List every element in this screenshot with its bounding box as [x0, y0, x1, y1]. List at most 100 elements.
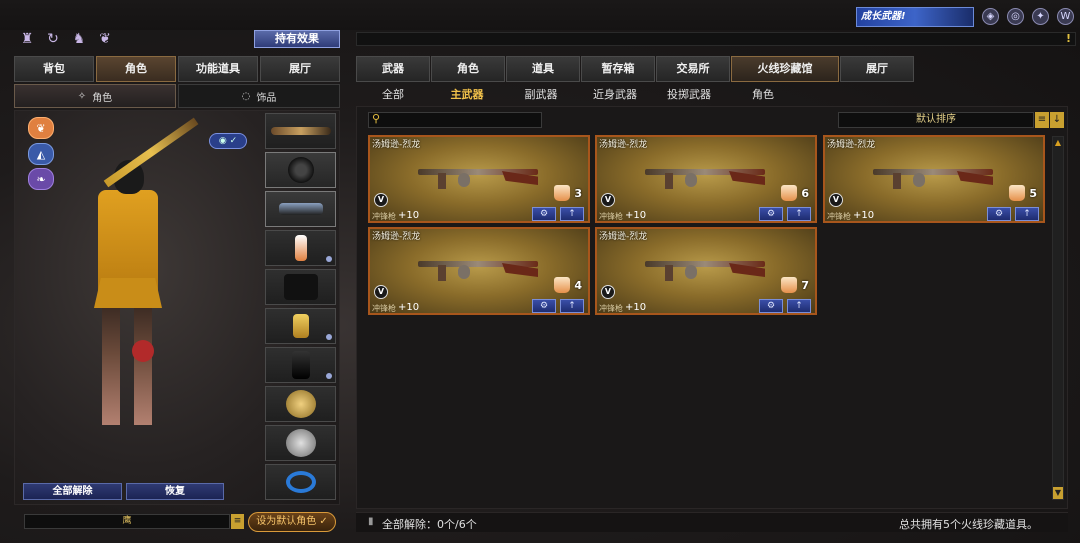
card-bullet-value: +10 — [625, 302, 647, 313]
slot-mask[interactable] — [265, 347, 336, 383]
tommy-gun-image — [418, 255, 538, 283]
subtab-character-items[interactable]: 角色 — [726, 86, 800, 104]
tab-collection-hall[interactable]: 火线珍藏馆 — [731, 56, 839, 82]
slot-helmet[interactable] — [265, 152, 336, 188]
cycle-icon[interactable]: ↻ — [44, 30, 62, 48]
subtab-character[interactable]: ✧ 角色 — [14, 84, 176, 108]
card-weapon-type: 冲锋枪 — [599, 304, 623, 313]
card-count: 3 — [554, 185, 582, 201]
count-value: 7 — [801, 278, 809, 292]
settings-button[interactable]: ⚙ — [759, 299, 783, 313]
slot-gold-pet[interactable] — [265, 386, 336, 422]
search-input[interactable]: ⚲ — [368, 112, 542, 128]
subtab-melee[interactable]: 近身武器 — [578, 86, 652, 104]
slot-rifle[interactable] — [265, 113, 336, 149]
tab-showroom-right[interactable]: 展厅 — [840, 56, 914, 82]
subtab-accessory-label: 饰品 — [256, 92, 277, 104]
tab-function-items[interactable]: 功能道具 — [178, 56, 258, 82]
silver-pet-icon — [285, 429, 316, 457]
wings-purple-icon[interactable]: ❧ — [28, 168, 54, 190]
tommy-gun-image — [418, 163, 538, 191]
tab-backpack[interactable]: 背包 — [14, 56, 94, 82]
count-value: 4 — [574, 278, 582, 292]
weapon-card[interactable]: 汤姆逊-烈龙 V 冲锋枪 +10 6 ⚙ ↑ — [595, 135, 817, 223]
card-bullet-value: +10 — [853, 210, 875, 221]
castle-icon[interactable]: ♜ — [18, 30, 36, 48]
set-default-label: 设为默认角色 — [256, 516, 317, 527]
restore-button[interactable]: 恢复 — [126, 483, 224, 500]
mask-blue-icon[interactable]: ◭ — [28, 143, 54, 165]
scroll-down-button[interactable]: ▼ — [1053, 487, 1063, 499]
card-name: 汤姆逊-烈龙 — [599, 232, 648, 242]
card-count: 5 — [1009, 185, 1037, 201]
tab-weapons[interactable]: 武器 — [356, 56, 430, 82]
slot-silver-pet[interactable] — [265, 425, 336, 461]
slot-empty-dark[interactable] — [265, 269, 336, 305]
subtab-primary[interactable]: 主武器 — [430, 86, 504, 104]
tab-showroom[interactable]: 展厅 — [260, 56, 340, 82]
upgrade-button[interactable]: ↑ — [1015, 207, 1039, 221]
unequip-all-button[interactable]: 全部解除 — [23, 483, 122, 500]
upgrade-button[interactable]: ↑ — [560, 299, 584, 313]
tab-character[interactable]: 角色 — [96, 56, 176, 82]
subtab-all[interactable]: 全部 — [356, 86, 430, 104]
item-scrollbar[interactable]: ▲ ▼ — [1052, 136, 1064, 500]
mask-icon — [291, 351, 310, 379]
card-weapon-type: 冲锋枪 — [372, 212, 396, 221]
subtab-accessory[interactable]: ◌ 饰品 — [178, 84, 340, 108]
slot-walkie-talkie[interactable] — [265, 230, 336, 266]
tab-items[interactable]: 道具 — [506, 56, 580, 82]
slot-flask[interactable] — [265, 308, 336, 344]
upgrade-button[interactable]: ↑ — [787, 207, 811, 221]
tab-storage-box[interactable]: 暂存箱 — [581, 56, 655, 82]
slot-goggles[interactable] — [265, 191, 336, 227]
weapon-card[interactable]: 汤姆逊-烈龙 V 冲锋枪 +10 3 ⚙ ↑ — [368, 135, 590, 223]
scroll-up-icon[interactable]: ▲ — [1054, 138, 1062, 148]
tools-icon[interactable]: ✦ — [1032, 8, 1049, 25]
right-tabs: 武器 角色 道具 暂存箱 交易所 火线珍藏馆 展厅 — [356, 56, 914, 82]
bookmark-icon: ▮ — [368, 516, 374, 527]
subtab-throwing[interactable]: 投掷武器 — [652, 86, 726, 104]
settings-button[interactable]: ⚙ — [987, 207, 1011, 221]
left-tabs: 背包 角色 功能道具 展厅 — [14, 56, 340, 82]
figure-icon[interactable]: ♞ — [70, 30, 88, 48]
set-default-character-button[interactable]: 设为默认角色 ✓ — [248, 512, 336, 532]
sort-direction-button[interactable]: ↓ — [1050, 112, 1064, 128]
card-weapon-type: 冲锋枪 — [827, 212, 851, 221]
card-bullet-value: +10 — [398, 302, 420, 313]
walkie-talkie-icon — [294, 235, 307, 261]
card-name: 汤姆逊-烈龙 — [372, 232, 421, 242]
settings-button[interactable]: ⚙ — [759, 207, 783, 221]
weapon-card[interactable]: 汤姆逊-烈龙 V 冲锋枪 +10 5 ⚙ ↑ — [823, 135, 1045, 223]
cake-icon — [554, 185, 571, 201]
settings-button[interactable]: ⚙ — [532, 299, 556, 313]
character-name-field[interactable]: 鹰 — [24, 514, 230, 529]
settings-button[interactable]: ⚙ — [532, 207, 556, 221]
character-model[interactable] — [76, 117, 199, 450]
wings-orange-icon[interactable]: ❦ — [28, 117, 54, 139]
held-effect-button[interactable]: 持有效果 — [254, 30, 340, 48]
upgrade-button[interactable]: ↑ — [787, 299, 811, 313]
fox-icon[interactable]: ❦ — [96, 30, 114, 48]
tab-exchange[interactable]: 交易所 — [656, 56, 730, 82]
check-icon: ✓ — [319, 516, 328, 527]
sort-dropdown[interactable]: 默认排序 — [838, 112, 1034, 128]
v-badge-icon: V — [601, 193, 615, 207]
cake-icon — [554, 277, 571, 293]
visibility-toggle[interactable]: ◉ ✓ — [209, 133, 247, 149]
v-badge-icon: V — [829, 193, 843, 207]
vip-shield-icon[interactable]: ◈ — [982, 8, 999, 25]
left-subtabs: ✧ 角色 ◌ 饰品 — [14, 84, 340, 108]
tab-characters[interactable]: 角色 — [431, 56, 505, 82]
subtab-secondary[interactable]: 副武器 — [504, 86, 578, 104]
v-badge-icon: V — [374, 193, 388, 207]
sort-list-button[interactable]: ≡ — [1035, 112, 1049, 128]
growth-weapon-banner[interactable]: 成长武器! — [856, 7, 974, 36]
globe-icon[interactable]: ◎ — [1007, 8, 1024, 25]
weapon-card[interactable]: 汤姆逊-烈龙 V 冲锋枪 +10 7 ⚙ ↑ — [595, 227, 817, 315]
upgrade-button[interactable]: ↑ — [560, 207, 584, 221]
slot-blue-ring[interactable] — [265, 464, 336, 500]
weapon-card[interactable]: 汤姆逊-烈龙 V 冲锋枪 +10 4 ⚙ ↑ — [368, 227, 590, 315]
list-menu-button[interactable]: ≡ — [231, 514, 244, 529]
w-logo-icon[interactable]: W — [1057, 8, 1074, 25]
